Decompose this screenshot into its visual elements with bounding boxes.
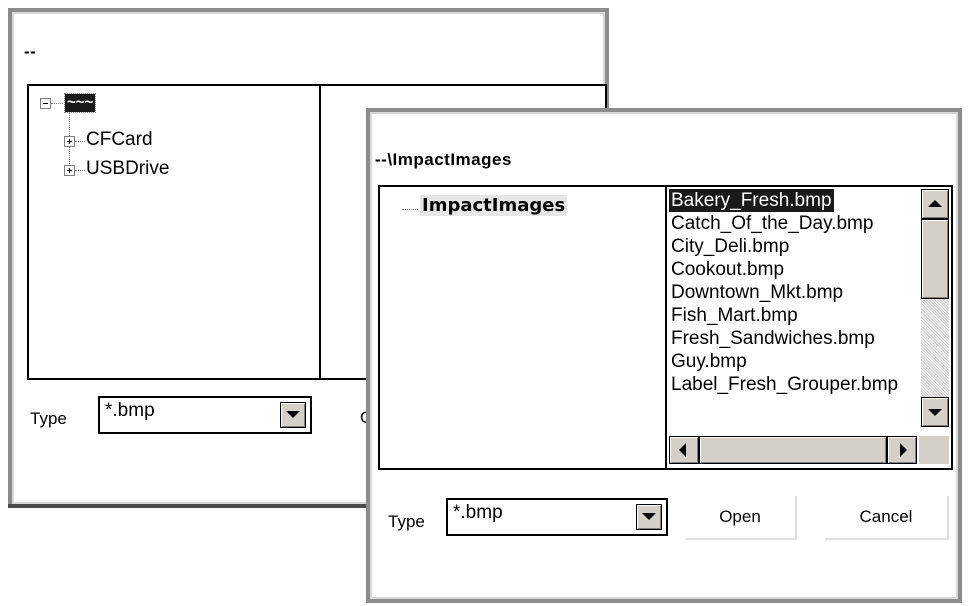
tree-item-impactimages[interactable]: ImpactImages — [420, 195, 568, 216]
arrow-left-icon — [679, 443, 686, 457]
file-list-vertical-scrollbar[interactable] — [919, 187, 951, 434]
file-list: Bakery_Fresh.bmp Catch_Of_the_Day.bmp Ci… — [667, 187, 919, 434]
arrow-down-icon — [928, 409, 942, 416]
tree-item-cfcard[interactable]: CFCard — [86, 129, 153, 151]
front-type-value: *.bmp — [453, 502, 503, 523]
file-item[interactable]: Label_Fresh_Grouper.bmp — [671, 373, 898, 396]
front-file-dialog: --\ImpactImages ImpactImages Bakery_Fres… — [366, 108, 962, 603]
front-dialog-browser-frame: ImpactImages Bakery_Fresh.bmp Catch_Of_t… — [378, 185, 953, 470]
open-button[interactable]: Open — [685, 496, 797, 540]
tree-root-item[interactable]: ~~~ — [63, 93, 97, 113]
file-item[interactable]: Cookout.bmp — [671, 258, 784, 281]
scroll-right-button[interactable] — [887, 436, 917, 464]
back-dialog-pane-divider[interactable] — [319, 86, 321, 378]
cfcard-expand-icon[interactable] — [64, 136, 75, 147]
scroll-down-button[interactable] — [921, 397, 949, 427]
file-item[interactable]: Downtown_Mkt.bmp — [671, 281, 843, 304]
arrow-up-icon — [928, 200, 942, 207]
scroll-thumb-vertical[interactable] — [921, 219, 949, 299]
file-item[interactable]: Bakery_Fresh.bmp — [669, 189, 834, 212]
back-dialog-title: -- — [24, 42, 37, 61]
front-combo-dropdown-button[interactable] — [636, 504, 662, 530]
file-item[interactable]: Guy.bmp — [671, 350, 747, 373]
usbdrive-expand-icon[interactable] — [64, 165, 75, 176]
tree-item-usbdrive[interactable]: USBDrive — [86, 158, 169, 180]
back-type-label: Type — [30, 409, 67, 428]
scroll-track-vertical[interactable] — [921, 299, 949, 397]
scroll-thumb-horizontal[interactable] — [699, 436, 887, 464]
scroll-left-button[interactable] — [669, 436, 699, 464]
front-type-combo[interactable]: *.bmp — [446, 498, 668, 536]
back-combo-dropdown-button[interactable] — [280, 402, 306, 428]
file-item[interactable]: Catch_Of_the_Day.bmp — [671, 212, 873, 235]
root-collapse-icon[interactable] — [40, 98, 51, 109]
back-type-value: *.bmp — [105, 400, 155, 421]
file-item[interactable]: City_Deli.bmp — [671, 235, 789, 258]
scrollbar-corner — [919, 436, 949, 464]
chevron-down-icon — [286, 411, 300, 418]
front-type-label: Type — [388, 512, 425, 531]
arrow-right-icon — [900, 443, 907, 457]
back-type-combo[interactable]: *.bmp — [98, 396, 312, 434]
file-item[interactable]: Fish_Mart.bmp — [671, 304, 798, 327]
front-dialog-title: --\ImpactImages — [375, 150, 512, 169]
file-item[interactable]: Fresh_Sandwiches.bmp — [671, 327, 875, 350]
file-list-horizontal-scrollbar[interactable] — [667, 434, 951, 468]
chevron-down-icon — [642, 513, 656, 520]
scroll-up-button[interactable] — [921, 189, 949, 219]
cancel-button[interactable]: Cancel — [825, 496, 949, 540]
